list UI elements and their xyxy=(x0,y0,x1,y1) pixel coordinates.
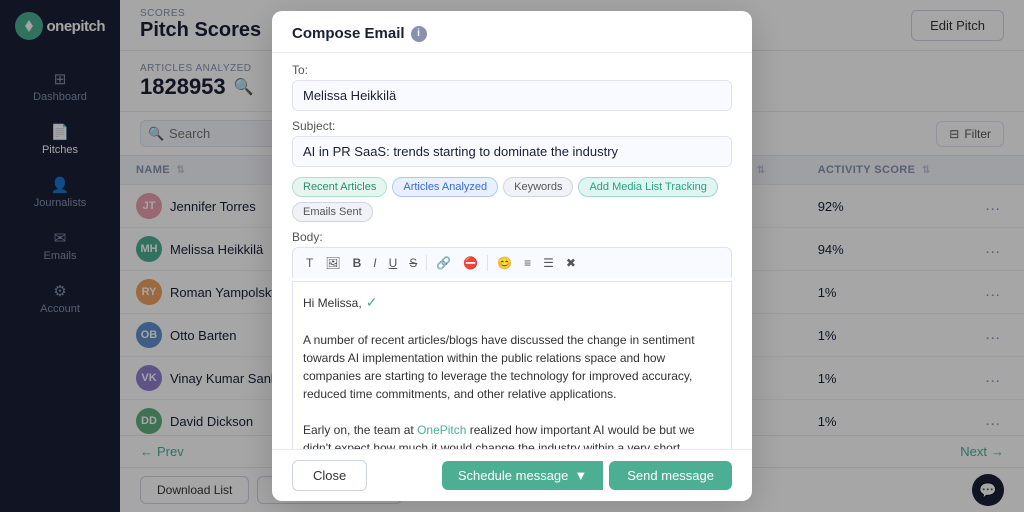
subject-field-row: Subject: xyxy=(292,119,732,167)
modal-overlay[interactable]: Compose Email i To: Subject: Recent Arti… xyxy=(0,0,1024,512)
body-editor-toolbar: T 🖼 B I U S 🔗 ⛔ 😊 ≡ ☰ ✖ xyxy=(292,247,732,278)
modal-title-text: Compose Email xyxy=(292,25,405,42)
subject-input[interactable] xyxy=(292,136,732,167)
body-editor[interactable]: Hi Melissa,✓ A number of recent articles… xyxy=(292,281,732,449)
action-buttons: Schedule message ▼ Send message xyxy=(442,461,732,490)
underline-tool[interactable]: U xyxy=(384,253,403,273)
body-field-row: Body: T 🖼 B I U S 🔗 ⛔ 😊 ≡ ☰ xyxy=(292,230,732,449)
schedule-group: Schedule message ▼ xyxy=(442,461,603,490)
compose-email-modal: Compose Email i To: Subject: Recent Arti… xyxy=(272,11,752,501)
strikethrough-tool[interactable]: S xyxy=(404,253,422,273)
tag[interactable]: Emails Sent xyxy=(292,202,373,222)
ordered-list-tool[interactable]: ☰ xyxy=(538,253,559,273)
subject-label: Subject: xyxy=(292,119,732,133)
italic-tool[interactable]: I xyxy=(368,253,381,273)
modal-body: To: Subject: Recent ArticlesArticles Ana… xyxy=(272,53,752,449)
tags-row: Recent ArticlesArticles AnalyzedKeywords… xyxy=(292,177,732,222)
body-label: Body: xyxy=(292,230,732,244)
schedule-message-button[interactable]: Schedule message ▼ xyxy=(442,461,603,490)
tag[interactable]: Articles Analyzed xyxy=(392,177,498,197)
close-button[interactable]: Close xyxy=(292,460,367,491)
image-tool[interactable]: 🖼 xyxy=(320,253,345,273)
emoji-tool[interactable]: 😊 xyxy=(492,253,517,273)
schedule-label: Schedule message xyxy=(458,468,569,483)
toolbar-separator-2 xyxy=(487,255,488,271)
modal-header: Compose Email i xyxy=(272,11,752,53)
unlink-tool[interactable]: ⛔ xyxy=(458,253,483,273)
to-input[interactable] xyxy=(292,80,732,111)
tag[interactable]: Add Media List Tracking xyxy=(578,177,717,197)
schedule-chevron-icon: ▼ xyxy=(574,468,587,483)
link-tool[interactable]: 🔗 xyxy=(431,253,456,273)
toolbar-separator-1 xyxy=(426,255,427,271)
bold-tool[interactable]: B xyxy=(348,253,367,273)
modal-footer: Close Schedule message ▼ Send message xyxy=(272,449,752,501)
to-field-row: To: xyxy=(292,63,732,111)
to-label: To: xyxy=(292,63,732,77)
onepitch-link[interactable]: OnePitch xyxy=(417,423,466,437)
clear-tool[interactable]: ✖ xyxy=(561,253,581,273)
bullet-list-tool[interactable]: ≡ xyxy=(519,253,536,273)
tag[interactable]: Recent Articles xyxy=(292,177,387,197)
font-tool[interactable]: T xyxy=(301,253,318,273)
modal-info-icon[interactable]: i xyxy=(411,26,427,42)
tag[interactable]: Keywords xyxy=(503,177,573,197)
send-message-button[interactable]: Send message xyxy=(609,461,732,490)
